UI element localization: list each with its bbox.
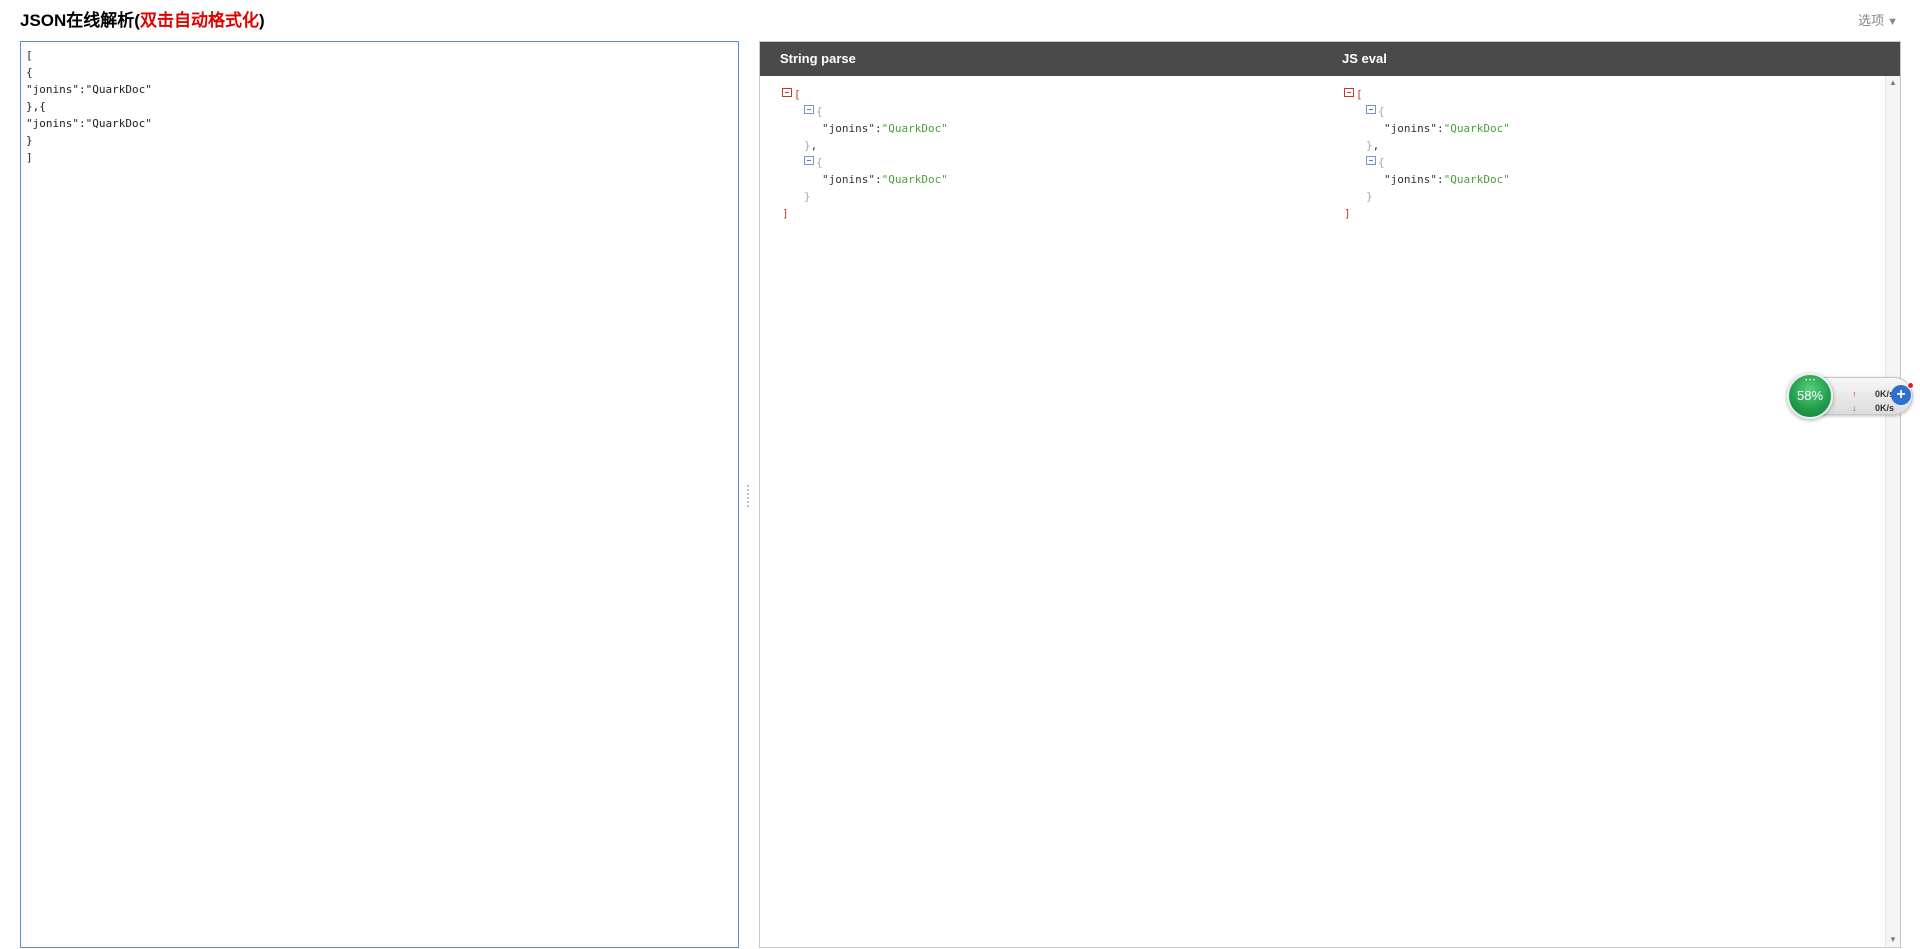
json-editor-container xyxy=(20,41,739,948)
tree-line: }, xyxy=(782,137,948,154)
notification-dot-icon xyxy=(1907,382,1914,389)
object-close-brace: } xyxy=(804,190,811,203)
object-close-brace: } xyxy=(804,139,811,152)
json-key: "jonins" xyxy=(1384,173,1437,186)
object-close-brace: } xyxy=(1366,190,1373,203)
plus-glyph: + xyxy=(1896,386,1906,403)
options-dropdown[interactable]: 选项 ▼ xyxy=(1858,13,1898,30)
download-arrow-icon: ↓ xyxy=(1852,403,1857,413)
output-scrollbar[interactable]: ▲ ▼ xyxy=(1885,76,1900,947)
array-close-bracket: ] xyxy=(782,207,789,220)
object-open-brace: { xyxy=(1378,105,1385,118)
download-speed: 0K/s xyxy=(1874,403,1894,413)
pane-splitter[interactable] xyxy=(746,485,750,511)
tree-line: }, xyxy=(1344,137,1510,154)
tree-line: "jonins":"QuarkDoc" xyxy=(782,171,948,188)
caret-down-icon: ▼ xyxy=(1887,16,1898,28)
output-body: [ { "jonins":"QuarkDoc" }, { "jonins":"Q… xyxy=(760,76,1900,947)
tree-line: } xyxy=(1344,188,1510,205)
add-icon[interactable]: + xyxy=(1891,382,1914,405)
tab-string-parse[interactable]: String parse xyxy=(780,42,856,76)
tree-line: { xyxy=(782,154,948,171)
download-rate: ↓ 0K/s xyxy=(1852,402,1894,414)
collapse-icon[interactable] xyxy=(804,105,814,114)
page-title: JSON在线解析(双击自动格式化) xyxy=(20,10,265,32)
json-comma: , xyxy=(1372,139,1380,152)
tree-line: "jonins":"QuarkDoc" xyxy=(782,120,948,137)
array-open-bracket: [ xyxy=(794,88,801,101)
dots-icon: • • • xyxy=(1805,378,1815,384)
upload-arrow-icon: ↑ xyxy=(1852,389,1857,399)
tree-line: "jonins":"QuarkDoc" xyxy=(1344,120,1510,137)
page: JSON在线解析(双击自动格式化) 选项▼ String parse JS ev… xyxy=(0,0,1920,949)
title-suffix: ) xyxy=(258,11,265,30)
json-key: "jonins" xyxy=(1384,122,1437,135)
object-open-brace: { xyxy=(816,105,823,118)
object-open-brace: { xyxy=(1378,156,1385,169)
json-string-value: "QuarkDoc" xyxy=(881,122,948,135)
tree-line: ] xyxy=(782,205,948,222)
collapse-icon[interactable] xyxy=(1366,105,1376,114)
usage-percent: 58% xyxy=(1796,388,1824,403)
memory-usage-ball[interactable]: • • • 58% xyxy=(1787,373,1833,419)
network-speed-widget[interactable]: ↑ 0K/s ↓ 0K/s • • • 58% + xyxy=(1787,373,1914,421)
tree-line: { xyxy=(1344,103,1510,120)
tree-line: { xyxy=(782,103,948,120)
json-colon: : xyxy=(874,122,882,135)
tab-js-eval[interactable]: JS eval xyxy=(1342,42,1387,76)
collapse-icon[interactable] xyxy=(1366,156,1376,165)
json-string-value: "QuarkDoc" xyxy=(1443,173,1510,186)
title-highlight: 双击自动格式化 xyxy=(139,11,259,30)
collapse-icon[interactable] xyxy=(782,88,792,97)
array-open-bracket: [ xyxy=(1356,88,1363,101)
json-colon: : xyxy=(874,173,882,186)
json-colon: : xyxy=(1436,122,1444,135)
object-open-brace: { xyxy=(816,156,823,169)
scroll-up-arrow-icon[interactable]: ▲ xyxy=(1886,76,1900,90)
object-close-brace: } xyxy=(1366,139,1373,152)
tree-line: "jonins":"QuarkDoc" xyxy=(1344,171,1510,188)
json-string-value: "QuarkDoc" xyxy=(1443,122,1510,135)
json-key: "jonins" xyxy=(822,122,875,135)
title-prefix: JSON在线解析( xyxy=(20,11,140,30)
options-label: 选项 xyxy=(1858,13,1885,28)
tree-line: } xyxy=(782,188,948,205)
json-key: "jonins" xyxy=(822,173,875,186)
array-close-bracket: ] xyxy=(1344,207,1351,220)
tree-line: ] xyxy=(1344,205,1510,222)
output-header: String parse JS eval xyxy=(760,42,1900,76)
output-panel: String parse JS eval [ { "jonins":"Quark… xyxy=(759,41,1901,948)
tree-line: [ xyxy=(1344,86,1510,103)
json-string-value: "QuarkDoc" xyxy=(881,173,948,186)
json-input-editor[interactable] xyxy=(21,42,738,947)
upload-rate: ↑ 0K/s xyxy=(1852,388,1894,400)
json-colon: : xyxy=(1436,173,1444,186)
js-eval-tree: [ { "jonins":"QuarkDoc" }, { "jonins":"Q… xyxy=(1344,86,1510,222)
collapse-icon[interactable] xyxy=(804,156,814,165)
tree-line: [ xyxy=(782,86,948,103)
scroll-down-arrow-icon[interactable]: ▼ xyxy=(1886,933,1900,947)
tree-line: { xyxy=(1344,154,1510,171)
json-comma: , xyxy=(810,139,818,152)
string-parse-tree: [ { "jonins":"QuarkDoc" }, { "jonins":"Q… xyxy=(782,86,948,222)
collapse-icon[interactable] xyxy=(1344,88,1354,97)
